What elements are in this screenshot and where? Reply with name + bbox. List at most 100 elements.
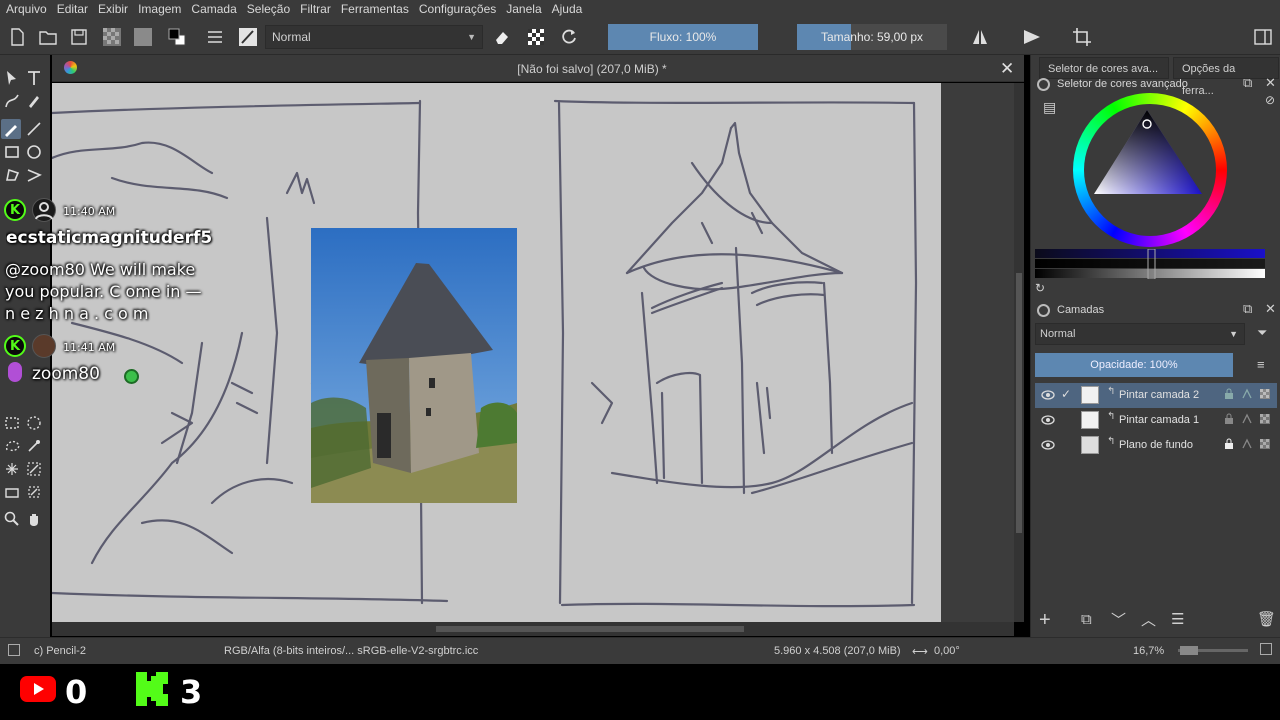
lock-icon[interactable] xyxy=(1037,304,1050,317)
menu-editar[interactable]: Editar xyxy=(57,0,88,19)
save-icon[interactable] xyxy=(68,26,90,48)
polyline-tool-icon[interactable] xyxy=(24,165,44,185)
inherit-alpha-icon[interactable] xyxy=(1259,413,1271,425)
move-layer-up-icon[interactable]: ︿ xyxy=(1141,609,1156,630)
flow-slider[interactable]: Fluxo: 100% xyxy=(608,24,758,50)
close-icon[interactable]: ✕ xyxy=(1000,59,1014,79)
brush-name[interactable]: c) Pencil-2 xyxy=(34,645,86,657)
foreground-background-color-icon[interactable] xyxy=(166,26,188,48)
duplicate-layer-icon[interactable]: ⧉ xyxy=(1081,611,1092,628)
mirror-vertical-icon[interactable] xyxy=(1021,26,1043,48)
elliptical-selection-icon[interactable] xyxy=(24,413,44,433)
close-icon[interactable]: ✕ xyxy=(1265,301,1276,317)
refresh-icon[interactable]: ↻ xyxy=(1035,281,1045,295)
alpha-lock-icon[interactable] xyxy=(1241,388,1253,400)
rectangle-tool-icon[interactable] xyxy=(2,142,22,162)
lock-icon[interactable] xyxy=(1223,388,1235,400)
horizontal-scrollbar[interactable] xyxy=(52,622,1014,636)
calligraphy-icon[interactable] xyxy=(24,91,44,111)
freehand-brush-icon[interactable] xyxy=(1,119,21,139)
menu-camada[interactable]: Camada xyxy=(191,0,236,19)
ellipse-tool-icon[interactable] xyxy=(24,142,44,162)
bezier-selection-icon[interactable] xyxy=(24,459,44,479)
layer-blend-mode-select[interactable]: Normal ▼ xyxy=(1035,323,1245,345)
vertical-scrollbar[interactable] xyxy=(1014,83,1024,622)
menu-arquivo[interactable]: Arquivo xyxy=(6,0,47,19)
contiguous-selection-icon[interactable] xyxy=(24,436,44,456)
similar-color-selection-icon[interactable] xyxy=(2,459,22,479)
close-icon[interactable]: ✕ xyxy=(1265,75,1276,91)
check-icon[interactable]: ✓ xyxy=(1061,387,1071,401)
alpha-lock-icon[interactable] xyxy=(1241,413,1253,425)
zoom-icon[interactable] xyxy=(2,509,22,529)
eye-icon[interactable] xyxy=(1041,438,1055,452)
inherit-alpha-icon[interactable] xyxy=(1259,388,1271,400)
layer-properties-icon[interactable]: ☰ xyxy=(1171,610,1184,628)
float-panel-icon[interactable]: ⧉ xyxy=(1243,301,1252,317)
layer-menu-icon[interactable]: ≡ xyxy=(1257,357,1265,372)
document-tab[interactable]: [Não foi salvo] (207,0 MiB) * ✕ xyxy=(52,55,1024,82)
delete-layer-icon[interactable]: 🗑 xyxy=(1257,610,1276,628)
blend-mode-select[interactable]: Normal ▼ xyxy=(265,25,483,49)
edit-shapes-icon[interactable] xyxy=(2,91,22,111)
reference-photo[interactable] xyxy=(311,228,517,503)
zoom-slider-handle[interactable] xyxy=(1180,646,1198,655)
filter-icon[interactable]: ⏷ xyxy=(1257,325,1267,341)
lock-icon[interactable] xyxy=(1223,438,1235,450)
rectangular-selection-icon[interactable] xyxy=(2,413,22,433)
selection-display-icon[interactable] xyxy=(8,644,20,656)
menu-ajuda[interactable]: Ajuda xyxy=(552,0,583,19)
tab-tool-options[interactable]: Opções da ferra... xyxy=(1173,57,1279,97)
alpha-lock-icon[interactable] xyxy=(1241,438,1253,450)
brush-settings-icon[interactable] xyxy=(204,26,226,48)
tab-advanced-color-selector[interactable]: Seletor de cores ava... xyxy=(1039,57,1169,79)
add-layer-icon[interactable]: + xyxy=(1039,609,1051,632)
menu-configuracoes[interactable]: Configurações xyxy=(419,0,496,19)
layer-row[interactable]: ↰ Plano de fundo xyxy=(1035,433,1277,458)
crop-icon[interactable] xyxy=(1071,26,1093,48)
eraser-icon[interactable] xyxy=(491,26,513,48)
color-triangle[interactable] xyxy=(1084,104,1216,236)
move-layer-down-icon[interactable]: ﹀ xyxy=(1111,609,1126,630)
menu-janela[interactable]: Janela xyxy=(506,0,541,19)
color-history-bars[interactable] xyxy=(1035,249,1265,279)
mirror-horizontal-icon[interactable] xyxy=(969,26,991,48)
reload-preset-icon[interactable] xyxy=(558,26,580,48)
color-settings-icon[interactable]: ▤ xyxy=(1043,99,1056,116)
layer-row[interactable]: ↰ Pintar camada 1 xyxy=(1035,408,1277,433)
eye-icon[interactable] xyxy=(1041,388,1055,402)
text-tool-icon[interactable] xyxy=(24,68,44,88)
lock-icon[interactable] xyxy=(1037,78,1050,91)
color-wheel[interactable] xyxy=(1073,93,1227,247)
menu-selecao[interactable]: Seleção xyxy=(247,0,290,19)
layer-row[interactable]: ✓ ↰ Pintar camada 2 xyxy=(1035,383,1277,408)
no-color-icon[interactable]: ⊘ xyxy=(1265,93,1275,107)
polygon-tool-icon[interactable] xyxy=(2,165,22,185)
magnetic-selection-icon[interactable] xyxy=(24,482,44,502)
transform-selection-icon[interactable] xyxy=(2,482,22,502)
canvas-area[interactable] xyxy=(52,83,1014,622)
alpha-lock-icon[interactable] xyxy=(525,26,547,48)
pan-hand-icon[interactable] xyxy=(24,509,44,529)
select-shapes-icon[interactable] xyxy=(2,68,22,88)
workspace-icon[interactable] xyxy=(1252,26,1274,48)
eye-icon[interactable] xyxy=(1041,413,1055,427)
fullscreen-icon[interactable] xyxy=(1260,643,1272,655)
menu-imagem[interactable]: Imagem xyxy=(138,0,181,19)
freehand-selection-icon[interactable] xyxy=(2,436,22,456)
gradient-pattern-icon[interactable] xyxy=(101,26,123,48)
menu-filtrar[interactable]: Filtrar xyxy=(300,0,331,19)
brush-preset-icon[interactable] xyxy=(237,26,259,48)
fill-pattern-icon[interactable] xyxy=(132,26,154,48)
menu-ferramentas[interactable]: Ferramentas xyxy=(341,0,409,19)
canvas-paper[interactable] xyxy=(52,83,941,622)
float-panel-icon[interactable]: ⧉ xyxy=(1243,75,1252,91)
menu-exibir[interactable]: Exibir xyxy=(98,0,128,19)
opacity-slider[interactable]: Opacidade: 100% xyxy=(1035,353,1233,377)
lock-icon[interactable] xyxy=(1223,413,1235,425)
line-tool-icon[interactable] xyxy=(24,119,44,139)
size-slider[interactable]: Tamanho: 59,00 px xyxy=(797,24,947,50)
open-folder-icon[interactable] xyxy=(37,26,59,48)
inherit-alpha-icon[interactable] xyxy=(1259,438,1271,450)
new-document-icon[interactable] xyxy=(6,26,28,48)
